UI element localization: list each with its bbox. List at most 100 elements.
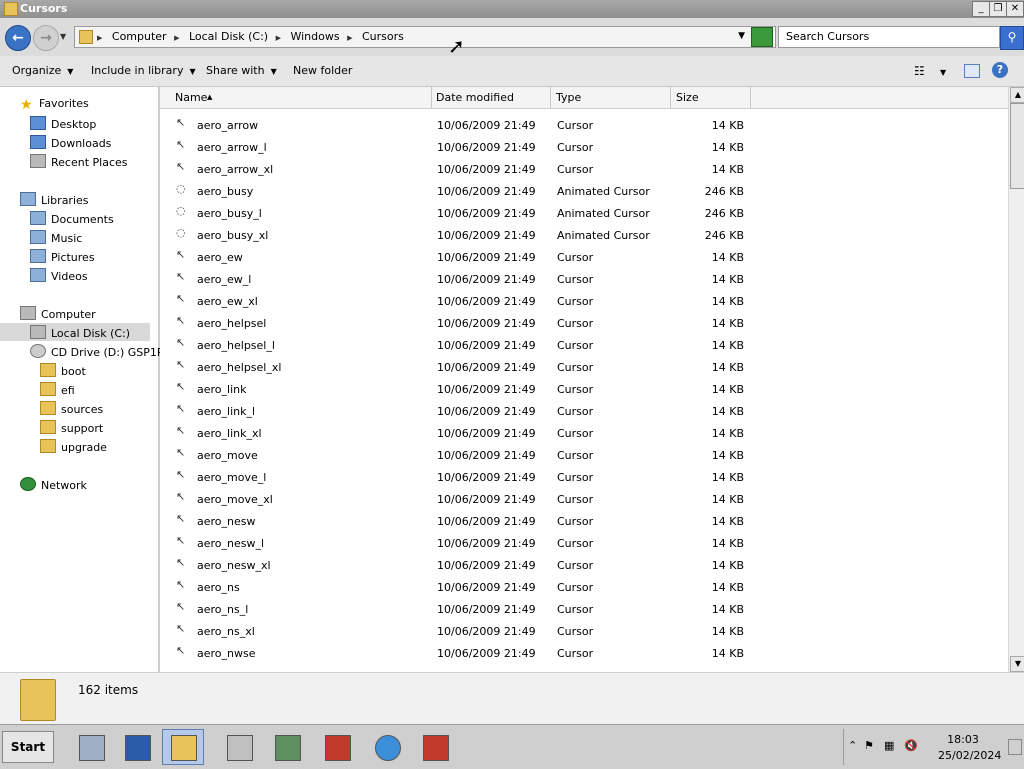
recent-pages-dropdown-icon[interactable]: ▼ bbox=[60, 32, 66, 41]
file-row[interactable]: ↖ aero_ew_xl 10/06/2009 21:49 Cursor 14 KB bbox=[160, 291, 1008, 313]
back-button[interactable]: ← bbox=[5, 25, 31, 51]
file-row[interactable]: ↖ aero_link_l 10/06/2009 21:49 Cursor 14 KB bbox=[160, 401, 1008, 423]
view-options-icon[interactable]: ☷ bbox=[914, 64, 925, 78]
computer-management-taskbar-button[interactable] bbox=[266, 729, 308, 765]
column-divider[interactable] bbox=[670, 87, 671, 108]
file-row[interactable]: ↖ aero_nwse 10/06/2009 21:49 Cursor 14 KB bbox=[160, 643, 1008, 665]
close-button[interactable]: ✕ bbox=[1006, 1, 1024, 17]
file-row[interactable]: ↖ aero_helpsel_xl 10/06/2009 21:49 Cursor 14… bbox=[160, 357, 1008, 379]
address-bar[interactable]: ▶ Computer ▶ Local Disk (C:) ▶ Windows ▶… bbox=[74, 26, 776, 48]
scroll-up-icon[interactable]: ▲ bbox=[1010, 87, 1024, 103]
breadcrumb-computer[interactable]: Computer bbox=[112, 30, 167, 43]
breadcrumb-windows[interactable]: Windows bbox=[290, 30, 339, 43]
nav-network[interactable]: Network bbox=[20, 477, 87, 492]
breadcrumb-local-disk[interactable]: Local Disk (C:) bbox=[189, 30, 268, 43]
new-folder-button[interactable]: New folder bbox=[293, 64, 352, 77]
minimize-button[interactable]: _ bbox=[972, 1, 990, 17]
toolbox-2-taskbar-button[interactable] bbox=[414, 729, 456, 765]
preview-pane-icon[interactable] bbox=[964, 64, 980, 78]
nav-cd-drive[interactable]: CD Drive (D:) GSP1RM bbox=[30, 344, 174, 359]
column-type[interactable]: Type bbox=[556, 91, 581, 104]
include-in-library-button[interactable]: Include in library ▼ bbox=[91, 64, 196, 77]
show-hidden-icons-icon[interactable]: ⌃ bbox=[848, 739, 860, 753]
nav-sources[interactable]: sources bbox=[40, 401, 103, 416]
help-icon[interactable]: ? bbox=[992, 62, 1008, 78]
forward-button[interactable]: → bbox=[33, 25, 59, 51]
chevron-right-icon[interactable]: ▶ bbox=[276, 34, 281, 42]
file-row[interactable]: ↖ aero_move 10/06/2009 21:49 Cursor 14 KB bbox=[160, 445, 1008, 467]
refresh-icon[interactable] bbox=[751, 27, 773, 47]
column-size[interactable]: Size bbox=[676, 91, 699, 104]
file-row[interactable]: ↖ aero_ew_l 10/06/2009 21:49 Cursor 14 KB bbox=[160, 269, 1008, 291]
chevron-right-icon[interactable]: ▶ bbox=[174, 34, 179, 42]
column-divider[interactable] bbox=[431, 87, 432, 108]
nav-support[interactable]: support bbox=[40, 420, 103, 435]
file-row[interactable]: ◌ aero_busy_xl 10/06/2009 21:49 Animated Cu… bbox=[160, 225, 1008, 247]
nav-documents[interactable]: Documents bbox=[30, 211, 114, 226]
search-icon[interactable]: ⚲ bbox=[1000, 26, 1024, 50]
vertical-scrollbar[interactable]: ▲ ▼ bbox=[1008, 87, 1024, 672]
server-manager-taskbar-button[interactable] bbox=[70, 729, 112, 765]
nav-libraries[interactable]: Libraries bbox=[20, 192, 89, 207]
share-with-button[interactable]: Share with ▼ bbox=[206, 64, 277, 77]
nav-computer[interactable]: Computer bbox=[20, 306, 96, 321]
column-divider[interactable] bbox=[550, 87, 551, 108]
nav-local-disk[interactable]: Local Disk (C:) bbox=[0, 323, 150, 341]
file-row[interactable]: ↖ aero_helpsel_l 10/06/2009 21:49 Cursor 14 … bbox=[160, 335, 1008, 357]
nav-downloads[interactable]: Downloads bbox=[30, 135, 111, 150]
breadcrumb-cursors[interactable]: Cursors bbox=[362, 30, 404, 43]
clock-time[interactable]: 18:03 bbox=[938, 733, 988, 746]
file-row[interactable]: ↖ aero_helpsel 10/06/2009 21:49 Cursor 14 KB bbox=[160, 313, 1008, 335]
file-row[interactable]: ↖ aero_move_l 10/06/2009 21:49 Cursor 14 KB bbox=[160, 467, 1008, 489]
nav-favorites[interactable]: ★ Favorites bbox=[20, 97, 89, 113]
nav-efi[interactable]: efi bbox=[40, 382, 75, 397]
nav-boot[interactable]: boot bbox=[40, 363, 86, 378]
view-dropdown-icon[interactable]: ▼ bbox=[940, 68, 946, 77]
chevron-right-icon[interactable]: ▶ bbox=[97, 34, 102, 42]
nav-pictures[interactable]: Pictures bbox=[30, 249, 95, 264]
action-center-flag-icon[interactable]: ⚑ bbox=[864, 739, 876, 753]
network-tray-icon[interactable]: ▦ bbox=[884, 739, 896, 753]
file-row[interactable]: ↖ aero_ns 10/06/2009 21:49 Cursor 14 KB bbox=[160, 577, 1008, 599]
nav-recent-places[interactable]: Recent Places bbox=[30, 154, 128, 169]
file-row[interactable]: ↖ aero_arrow 10/06/2009 21:49 Cursor 14 KB bbox=[160, 115, 1008, 137]
column-divider[interactable] bbox=[750, 87, 751, 108]
volume-muted-icon[interactable]: 🔇 bbox=[904, 739, 918, 753]
restore-button[interactable]: ❐ bbox=[989, 1, 1007, 17]
file-size: 14 KB bbox=[711, 581, 744, 594]
file-row[interactable]: ↖ aero_ns_xl 10/06/2009 21:49 Cursor 14 KB bbox=[160, 621, 1008, 643]
column-name[interactable]: Name bbox=[175, 91, 207, 104]
file-row[interactable]: ↖ aero_link_xl 10/06/2009 21:49 Cursor 14 KB bbox=[160, 423, 1008, 445]
clock-date[interactable]: 25/02/2024 bbox=[938, 749, 1001, 762]
nav-videos[interactable]: Videos bbox=[30, 268, 88, 283]
file-row[interactable]: ↖ aero_nesw_xl 10/06/2009 21:49 Cursor 14 KB bbox=[160, 555, 1008, 577]
file-row[interactable]: ↖ aero_arrow_l 10/06/2009 21:49 Cursor 14 KB bbox=[160, 137, 1008, 159]
file-row[interactable]: ↖ aero_link 10/06/2009 21:49 Cursor 14 KB bbox=[160, 379, 1008, 401]
internet-explorer-taskbar-button[interactable] bbox=[366, 729, 408, 765]
nav-music[interactable]: Music bbox=[30, 230, 82, 245]
explorer-taskbar-button[interactable] bbox=[162, 729, 204, 765]
show-desktop-button[interactable] bbox=[1008, 739, 1022, 755]
search-input[interactable]: Search Cursors bbox=[778, 26, 1000, 48]
chevron-right-icon[interactable]: ▶ bbox=[347, 34, 352, 42]
scrollbar-thumb[interactable] bbox=[1010, 103, 1024, 189]
nav-desktop[interactable]: Desktop bbox=[30, 116, 96, 131]
admin-tools-taskbar-button[interactable] bbox=[218, 729, 260, 765]
file-row[interactable]: ↖ aero_ns_l 10/06/2009 21:49 Cursor 14 KB bbox=[160, 599, 1008, 621]
file-row[interactable]: ↖ aero_move_xl 10/06/2009 21:49 Cursor 14 KB bbox=[160, 489, 1008, 511]
toolbox-taskbar-button[interactable] bbox=[316, 729, 358, 765]
powershell-taskbar-button[interactable] bbox=[116, 729, 158, 765]
share-with-label: Share with bbox=[206, 64, 265, 77]
file-row[interactable]: ↖ aero_ew 10/06/2009 21:49 Cursor 14 KB bbox=[160, 247, 1008, 269]
organize-button[interactable]: Organize ▼ bbox=[12, 64, 73, 77]
file-row[interactable]: ↖ aero_nesw_l 10/06/2009 21:49 Cursor 14 KB bbox=[160, 533, 1008, 555]
nav-upgrade[interactable]: upgrade bbox=[40, 439, 107, 454]
file-row[interactable]: ↖ aero_nesw 10/06/2009 21:49 Cursor 14 KB bbox=[160, 511, 1008, 533]
start-button[interactable]: Start bbox=[2, 731, 54, 763]
scroll-down-icon[interactable]: ▼ bbox=[1010, 656, 1024, 672]
address-dropdown-icon[interactable]: ▼ bbox=[738, 31, 745, 41]
file-row[interactable]: ◌ aero_busy 10/06/2009 21:49 Animated Curso… bbox=[160, 181, 1008, 203]
column-date-modified[interactable]: Date modified bbox=[436, 91, 514, 104]
file-row[interactable]: ◌ aero_busy_l 10/06/2009 21:49 Animated Cur… bbox=[160, 203, 1008, 225]
file-row[interactable]: ↖ aero_arrow_xl 10/06/2009 21:49 Cursor 14 K… bbox=[160, 159, 1008, 181]
